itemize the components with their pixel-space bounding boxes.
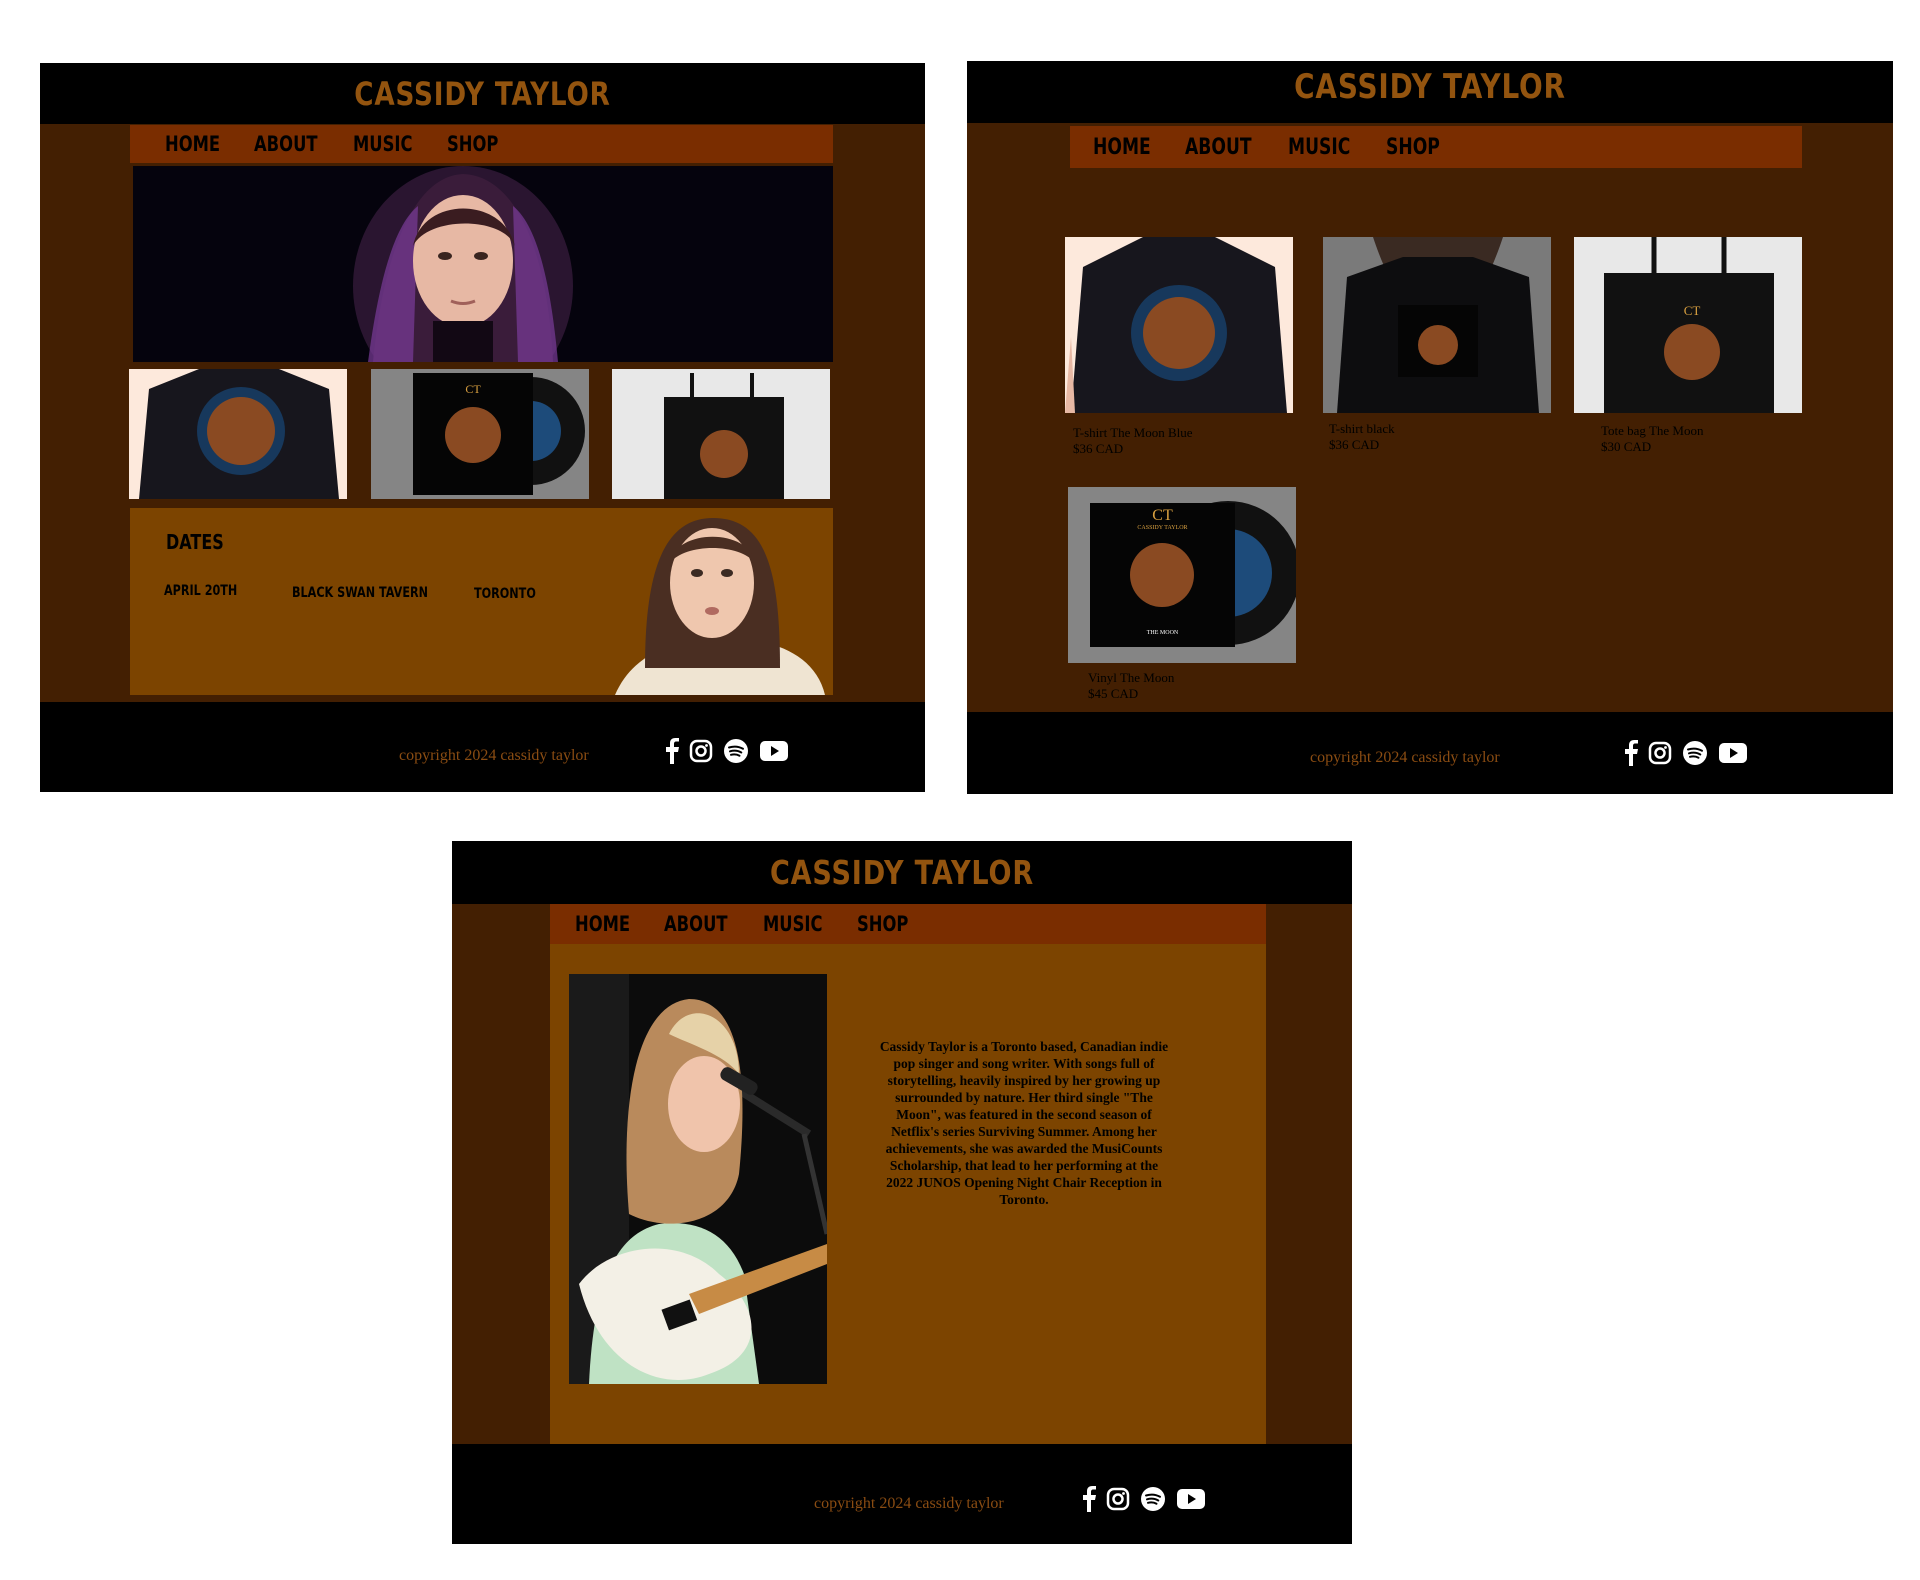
about-bio: Cassidy Taylor is a Toronto based, Canad… (879, 1039, 1169, 1207)
home-page-mockup: CASSIDY TAYLOR HOME ABOUT MUSIC SHOP CT (40, 63, 925, 792)
svg-text:CT: CT (1684, 303, 1701, 318)
nav-shop[interactable]: SHOP (857, 912, 908, 936)
social-links (1082, 1486, 1206, 1512)
footer-bar: copyright 2024 cassidy taylor (967, 712, 1893, 794)
header-bar: CASSIDY TAYLOR (967, 61, 1893, 123)
nav-bar: HOME ABOUT MUSIC SHOP (1070, 126, 1802, 168)
footer-copyright: copyright 2024 cassidy taylor (1310, 749, 1500, 766)
nav-about[interactable]: ABOUT (664, 912, 728, 936)
product-caption-tote-bag[interactable]: Tote bag The Moon $30 CAD (1601, 423, 1703, 455)
instagram-icon[interactable] (1648, 741, 1672, 765)
about-panel: Cassidy Taylor is a Toronto based, Canad… (550, 944, 1266, 1444)
product-image-tshirt-blue[interactable] (1065, 237, 1293, 413)
product-price: $36 CAD (1329, 437, 1380, 452)
dates-photo (575, 508, 833, 695)
footer-bar: copyright 2024 cassidy taylor (40, 702, 925, 792)
site-title: CASSIDY TAYLOR (1294, 67, 1566, 107)
nav-shop[interactable]: SHOP (1386, 135, 1440, 160)
product-name: T-shirt black (1329, 421, 1395, 436)
nav-about[interactable]: ABOUT (1185, 135, 1252, 160)
event-venue: BLACK SWAN TAVERN (292, 585, 428, 601)
nav-home[interactable]: HOME (165, 132, 220, 156)
social-links (1624, 740, 1748, 766)
product-price: $45 CAD (1088, 686, 1139, 701)
product-image-tote-bag[interactable]: CT (1574, 237, 1802, 413)
instagram-icon[interactable] (1106, 1487, 1130, 1511)
footer-bar: copyright 2024 cassidy taylor (452, 1444, 1352, 1544)
product-name: T-shirt The Moon Blue (1073, 425, 1193, 440)
nav-home[interactable]: HOME (575, 912, 630, 936)
nav-bar: HOME ABOUT MUSIC SHOP (130, 125, 833, 163)
site-title: CASSIDY TAYLOR (354, 75, 611, 113)
product-name: Vinyl The Moon (1088, 670, 1175, 685)
thumb-vinyl[interactable]: CT (371, 369, 589, 499)
product-name: Tote bag The Moon (1601, 423, 1704, 438)
footer-copyright: copyright 2024 cassidy taylor (399, 747, 589, 764)
site-title: CASSIDY TAYLOR (769, 853, 1035, 892)
product-image-vinyl[interactable] (1068, 487, 1296, 663)
youtube-icon[interactable] (759, 740, 789, 762)
social-links (665, 738, 789, 764)
thumb-tote-bag[interactable] (612, 369, 830, 499)
event-date: APRIL 20TH (164, 583, 238, 599)
nav-about[interactable]: ABOUT (254, 132, 318, 156)
dates-panel: DATES APRIL 20TH BLACK SWAN TAVERN TORON… (130, 508, 833, 695)
spotify-icon[interactable] (723, 738, 749, 764)
product-caption-vinyl[interactable]: Vinyl The Moon $45 CAD (1088, 670, 1174, 702)
footer-copyright: copyright 2024 cassidy taylor (814, 1495, 1004, 1512)
dates-title: DATES (166, 530, 224, 554)
hero-banner-photo (133, 166, 833, 362)
about-page-mockup: CASSIDY TAYLOR HOME ABOUT MUSIC SHOP Cas… (452, 841, 1352, 1544)
nav-shop[interactable]: SHOP (447, 132, 498, 156)
event-city: TORONTO (474, 586, 536, 602)
header-bar: CASSIDY TAYLOR (40, 63, 925, 124)
nav-music[interactable]: MUSIC (1288, 135, 1350, 160)
thumb-tshirt-blue[interactable] (129, 369, 347, 499)
svg-text:CT: CT (465, 382, 481, 396)
nav-music[interactable]: MUSIC (763, 912, 823, 936)
youtube-icon[interactable] (1176, 1488, 1206, 1510)
product-image-tshirt-black[interactable] (1323, 237, 1551, 413)
header-bar: CASSIDY TAYLOR (452, 841, 1352, 904)
about-photo (569, 974, 827, 1384)
product-caption-tshirt-blue[interactable]: T-shirt The Moon Blue $36 CAD (1073, 425, 1193, 457)
facebook-icon[interactable] (665, 738, 679, 764)
facebook-icon[interactable] (1624, 740, 1638, 766)
instagram-icon[interactable] (689, 739, 713, 763)
product-price: $36 CAD (1073, 441, 1124, 456)
spotify-icon[interactable] (1682, 740, 1708, 766)
youtube-icon[interactable] (1718, 742, 1748, 764)
product-caption-tshirt-black[interactable]: T-shirt black $36 CAD (1329, 421, 1395, 453)
nav-music[interactable]: MUSIC (353, 132, 413, 156)
spotify-icon[interactable] (1140, 1486, 1166, 1512)
product-price: $30 CAD (1601, 439, 1652, 454)
facebook-icon[interactable] (1082, 1486, 1096, 1512)
shop-page-mockup: CASSIDY TAYLOR HOME ABOUT MUSIC SHOP T-s… (967, 61, 1893, 794)
nav-home[interactable]: HOME (1093, 135, 1151, 160)
nav-bar: HOME ABOUT MUSIC SHOP (550, 904, 1266, 944)
